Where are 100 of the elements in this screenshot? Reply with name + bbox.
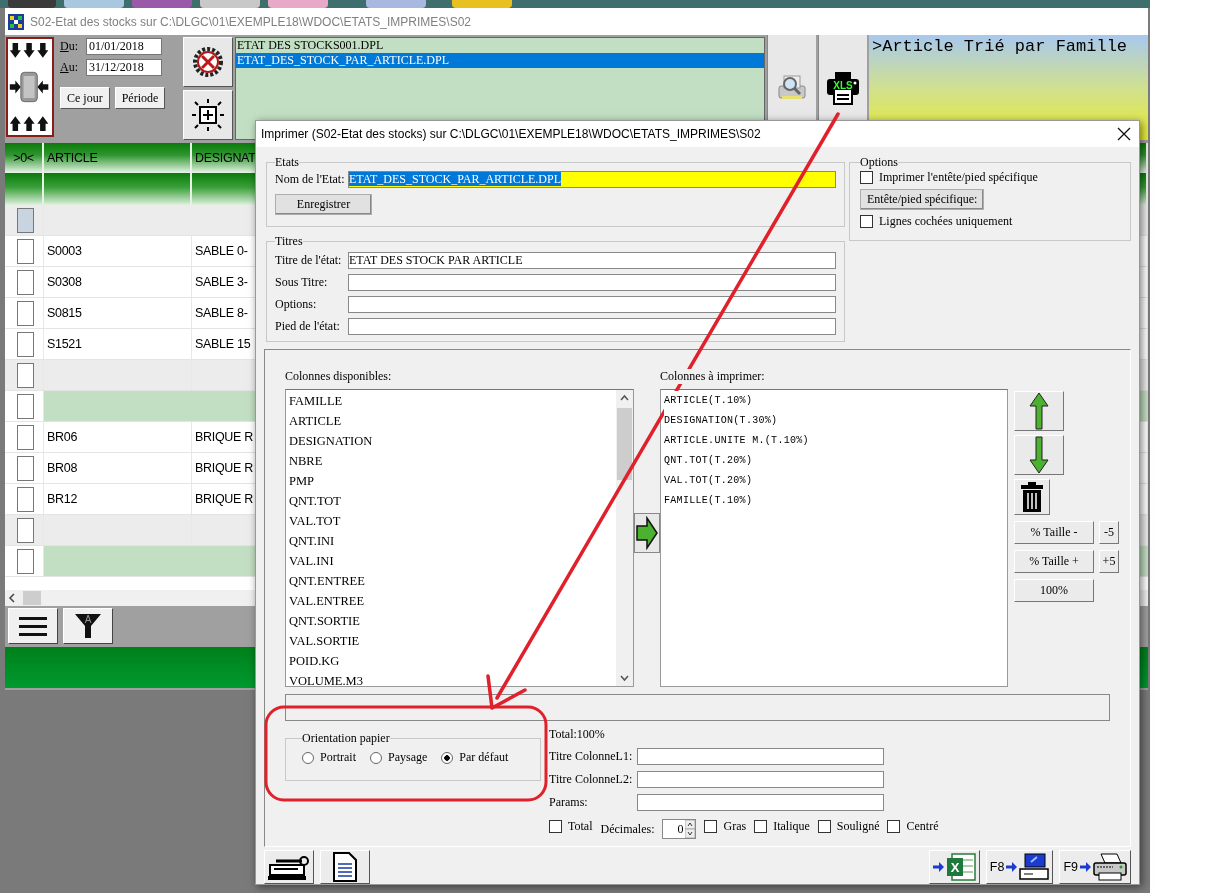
list-item[interactable]: FAMILLE xyxy=(289,391,616,411)
step-button[interactable]: -5 xyxy=(1099,521,1119,544)
field-label: Nom de l'Etat: xyxy=(275,172,346,187)
printer-setup-button[interactable] xyxy=(264,850,314,884)
delete-button[interactable] xyxy=(1014,479,1050,515)
decimals-spinner[interactable]: 0 xyxy=(662,819,697,839)
period-button[interactable]: Période xyxy=(114,87,166,109)
list-item[interactable]: VAL.INI xyxy=(289,551,616,571)
navigation-pad[interactable] xyxy=(6,37,54,137)
list-item[interactable]: ARTICLE(T.10%) xyxy=(664,391,753,411)
row-checkbox[interactable] xyxy=(17,238,34,264)
row-checkbox[interactable] xyxy=(17,486,34,512)
row-checkbox[interactable] xyxy=(17,393,34,419)
vertical-scrollbar[interactable] xyxy=(616,390,633,686)
list-item[interactable]: VOLUME.M3 xyxy=(289,671,616,686)
trash-icon xyxy=(1021,482,1043,512)
list-item[interactable]: QNT.ENTREE xyxy=(289,571,616,591)
app-tile[interactable] xyxy=(132,0,192,8)
move-up-button[interactable] xyxy=(1014,391,1064,431)
date-label: Au: xyxy=(60,60,79,75)
app-tile[interactable] xyxy=(452,0,512,8)
field-label: Titre ColonneL2: xyxy=(549,771,634,787)
list-item[interactable]: VAL.ENTREE xyxy=(289,591,616,611)
size-button[interactable]: % Taille - xyxy=(1014,521,1094,544)
arrow-right-icon xyxy=(636,516,658,550)
radio-indicator[interactable] xyxy=(302,751,314,764)
list-item[interactable]: QNT.TOT xyxy=(289,491,616,511)
export-excel-button[interactable]: X xyxy=(928,850,980,884)
app-tile[interactable] xyxy=(268,0,328,8)
header-footer-button[interactable]: Entête/pied spécifique: xyxy=(860,189,985,210)
row-checkbox[interactable] xyxy=(17,300,34,326)
arrow-icon xyxy=(932,862,944,872)
checkbox[interactable]: Total xyxy=(549,819,593,834)
menu-button[interactable] xyxy=(8,608,58,644)
add-column-button[interactable] xyxy=(634,513,660,553)
step-button[interactable]: +5 xyxy=(1099,550,1119,573)
app-tile[interactable] xyxy=(200,0,260,8)
print-button[interactable]: F9 xyxy=(1059,850,1131,884)
list-item[interactable]: ETAT DES STOCKS001.DPL xyxy=(236,38,764,53)
row-checkbox[interactable] xyxy=(17,269,34,295)
text-field[interactable] xyxy=(348,317,836,335)
list-item[interactable]: QNT.SORTIE xyxy=(289,611,616,631)
computer-icon xyxy=(1019,853,1050,881)
date-field[interactable]: 01/01/2018 xyxy=(86,38,162,55)
date-field[interactable]: 31/12/2018 xyxy=(86,59,162,76)
checkbox[interactable]: Italique xyxy=(754,819,810,834)
size-button[interactable]: 100% xyxy=(1014,579,1094,602)
checkbox[interactable]: Souligné xyxy=(817,819,880,834)
checkbox[interactable]: Centré xyxy=(887,819,939,834)
radio-button[interactable]: Paysage xyxy=(370,750,428,765)
group-label: Orientation papier xyxy=(302,731,390,746)
list-item[interactable]: ETAT_DES_STOCK_PAR_ARTICLE.DPL xyxy=(236,53,764,68)
app-tile[interactable] xyxy=(64,0,124,8)
list-item[interactable]: DESIGNATION xyxy=(289,431,616,451)
table-cell: BR12 xyxy=(44,484,192,514)
list-item[interactable]: QNT.INI xyxy=(289,531,616,551)
radio-indicator[interactable] xyxy=(441,751,454,764)
text-field[interactable]: ETAT DES STOCK PAR ARTICLE xyxy=(348,251,836,269)
field-label: Sous Titre: xyxy=(275,274,329,290)
row-checkbox[interactable] xyxy=(17,424,34,450)
field-label: Params: xyxy=(549,794,589,810)
table-cell: BR06 xyxy=(44,422,192,452)
select-button[interactable] xyxy=(183,90,233,140)
move-down-button[interactable] xyxy=(1014,435,1064,475)
row-checkbox[interactable] xyxy=(17,207,34,233)
table-cell: S0308 xyxy=(44,267,192,297)
close-icon[interactable] xyxy=(1117,127,1131,141)
text-field[interactable] xyxy=(637,793,884,811)
row-checkbox[interactable] xyxy=(17,362,34,388)
text-field[interactable] xyxy=(348,295,836,313)
list-item[interactable]: NBRE xyxy=(289,451,616,471)
radio-button[interactable]: Portrait xyxy=(302,750,356,765)
filter-button[interactable]: A xyxy=(63,608,113,644)
text-field[interactable] xyxy=(637,770,884,788)
text-field[interactable] xyxy=(285,694,1110,721)
radio-button[interactable]: Par défaut xyxy=(441,750,509,765)
list-item[interactable]: VAL.SORTIE xyxy=(289,631,616,651)
list-item[interactable]: VAL.TOT xyxy=(289,511,616,531)
row-checkbox[interactable] xyxy=(17,331,34,357)
document-button[interactable] xyxy=(320,850,370,884)
checkbox[interactable]: Gras xyxy=(704,819,747,834)
app-tile[interactable] xyxy=(8,0,56,8)
list-item[interactable]: POID.KG xyxy=(289,651,616,671)
save-button[interactable]: Enregistrer xyxy=(275,194,372,215)
app-tile[interactable] xyxy=(366,0,426,8)
arrow-down-icon xyxy=(1029,436,1049,474)
checkbox[interactable]: Imprimer l'entête/pied spécifique xyxy=(860,170,1038,185)
text-field[interactable] xyxy=(637,747,884,765)
screen-output-button[interactable]: F8 xyxy=(985,850,1054,884)
radio-indicator[interactable] xyxy=(370,751,382,764)
settings-button[interactable] xyxy=(183,37,233,87)
period-button[interactable]: Ce jour xyxy=(60,87,110,109)
row-checkbox[interactable] xyxy=(17,455,34,481)
report-name-field[interactable]: ETAT_DES_STOCK_PAR_ARTICLE.DPL xyxy=(348,171,836,188)
row-checkbox[interactable] xyxy=(17,548,34,574)
size-button[interactable]: % Taille + xyxy=(1014,550,1094,573)
checkbox[interactable]: Lignes cochées uniquement xyxy=(860,214,1013,229)
text-field[interactable] xyxy=(348,273,836,291)
row-checkbox[interactable] xyxy=(17,517,34,543)
group-label: Titres xyxy=(275,234,303,249)
